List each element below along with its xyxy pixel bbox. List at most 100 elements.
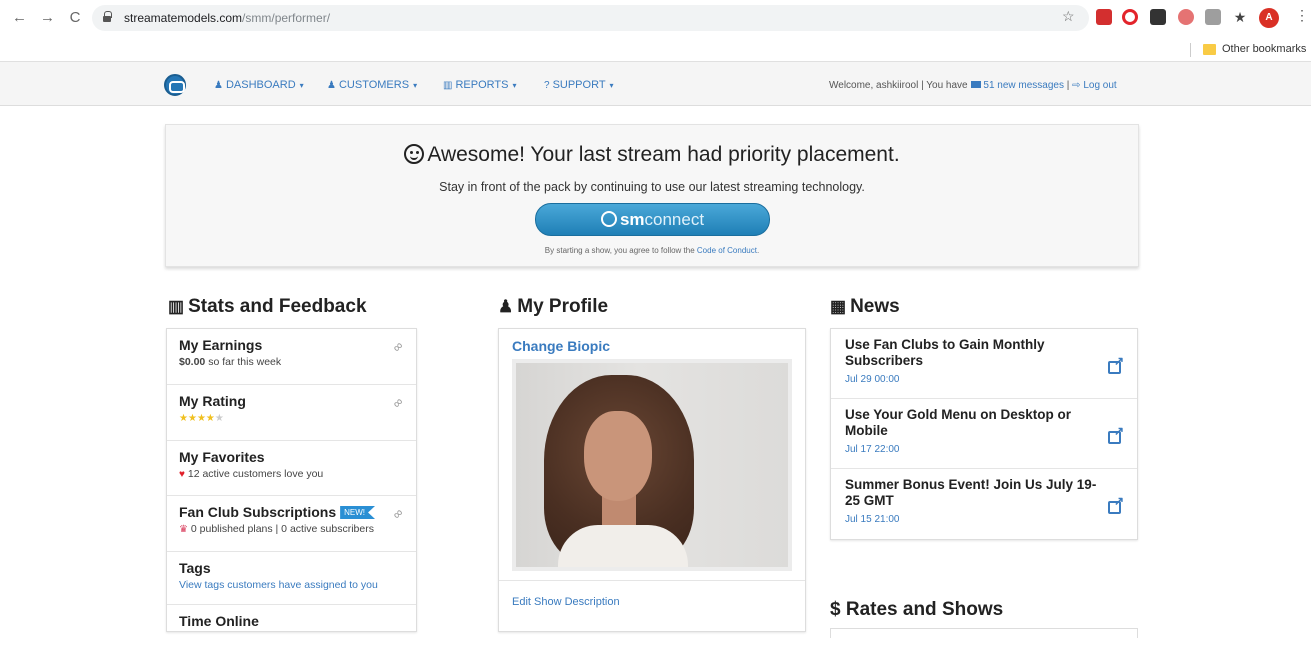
rating-row[interactable]: My Rating ★★★★★ ∞ <box>167 385 416 441</box>
nav-support[interactable]: ? SUPPORT ▾ <box>544 79 614 91</box>
news-item[interactable]: Use Your Gold Menu on Desktop or Mobile … <box>831 399 1137 469</box>
calendar-icon: ▦ <box>830 297 847 316</box>
extensions-puzzle-icon[interactable]: ★ <box>1232 9 1248 25</box>
rates-panel <box>830 628 1138 638</box>
browser-toolbar: ← → C streamatemodels.com/smm/performer/… <box>0 0 1311 38</box>
time-online-title: Time Online <box>179 613 259 629</box>
earnings-detail: $0.00 so far this week <box>179 356 282 368</box>
bar-chart-icon: ▥ <box>443 80 453 91</box>
star-filled-icon: ★ <box>187 413 197 424</box>
profile-divider <box>499 580 805 581</box>
profile-avatar[interactable]: A <box>1259 8 1279 28</box>
smile-icon <box>404 144 425 164</box>
bar-chart-icon: ▥ <box>168 297 185 316</box>
messages-link[interactable]: 51 new messages <box>983 80 1064 91</box>
favorites-row[interactable]: My Favorites ♥ 12 active customers love … <box>167 441 416 496</box>
caret-down-icon: ▾ <box>609 81 614 90</box>
change-biopic-link[interactable]: Change Biopic <box>512 338 610 354</box>
browser-nav: ← → C <box>12 9 82 26</box>
extension-icon[interactable] <box>1096 9 1112 25</box>
banner-headline: Awesome! Your last stream had priority p… <box>166 143 1138 167</box>
other-bookmarks[interactable]: Other bookmarks <box>1222 43 1306 55</box>
news-date: Jul 29 00:00 <box>845 374 900 385</box>
stats-heading: ▥ Stats and Feedback <box>168 296 367 317</box>
biopic-image <box>512 359 792 571</box>
question-icon: ? <box>544 80 550 91</box>
profile-panel: Change Biopic Edit Show Description <box>498 328 806 632</box>
code-of-conduct-link[interactable]: Code of Conduct <box>697 246 757 255</box>
tags-link[interactable]: View tags customers have assigned to you <box>179 579 378 591</box>
caret-down-icon: ▾ <box>512 81 517 90</box>
edit-show-description-link[interactable]: Edit Show Description <box>512 596 620 608</box>
address-bar[interactable]: streamatemodels.com/smm/performer/ <box>92 5 1089 31</box>
external-link-icon[interactable] <box>1108 494 1124 514</box>
news-panel: Use Fan Clubs to Gain Monthly Subscriber… <box>830 328 1138 540</box>
external-link-icon[interactable] <box>1108 354 1124 374</box>
url-text: streamatemodels.com/smm/performer/ <box>124 11 331 25</box>
fanclub-title: Fan Club Subscriptions NEW! <box>179 504 404 520</box>
logout-link[interactable]: ⇨ Log out <box>1072 80 1117 91</box>
news-heading: ▦ News <box>830 296 900 317</box>
news-date: Jul 15 21:00 <box>845 514 900 525</box>
logout-icon: ⇨ <box>1072 80 1081 91</box>
star-filled-icon: ★ <box>196 413 206 424</box>
news-date: Jul 17 22:00 <box>845 444 900 455</box>
fanclub-detail: ♛ 0 published plans | 0 active subscribe… <box>179 523 374 535</box>
priority-banner: Awesome! Your last stream had priority p… <box>165 124 1139 267</box>
rating-title: My Rating <box>179 393 246 409</box>
star-empty-icon: ★ <box>214 413 224 424</box>
envelope-icon <box>971 81 982 88</box>
forward-arrow-icon[interactable]: → <box>40 9 55 26</box>
rating-stars: ★★★★★ <box>179 412 404 424</box>
external-link-icon[interactable] <box>1108 424 1124 444</box>
menu-kebab-icon[interactable]: ⋮ <box>1295 7 1309 24</box>
smconnect-button[interactable]: smconnect <box>535 203 770 236</box>
bookmarks-separator <box>1190 43 1191 57</box>
crown-icon: ♛ <box>179 524 188 535</box>
news-title: Use Your Gold Menu on Desktop or Mobile <box>845 407 1072 438</box>
tags-detail: View tags customers have assigned to you <box>179 579 404 591</box>
welcome-text: Welcome, ashkiirool | You have 51 new me… <box>829 80 1117 91</box>
opera-extension-icon[interactable] <box>1122 9 1138 25</box>
folder-icon <box>1203 44 1216 55</box>
news-item[interactable]: Summer Bonus Event! Join Us July 19-25 G… <box>831 469 1137 541</box>
extension-icon[interactable] <box>1178 9 1194 25</box>
earnings-row[interactable]: My Earnings $0.00 so far this week ∞ <box>167 329 416 385</box>
user-icon: ♟ <box>214 80 223 91</box>
news-title: Use Fan Clubs to Gain Monthly Subscriber… <box>845 337 1045 368</box>
banner-subtext: Stay in front of the pack by continuing … <box>439 180 865 194</box>
user-icon: ♟ <box>498 297 514 316</box>
site-navbar: ♟ DASHBOARD ▾ ♟ CUSTOMERS ▾ ▥ REPORTS ▾ ? SUPPO… <box>0 62 1311 106</box>
dollar-icon: $ <box>830 599 841 620</box>
news-title: Summer Bonus Event! Join Us July 19-25 G… <box>845 477 1097 508</box>
caret-down-icon: ▾ <box>413 81 418 90</box>
nav-reports[interactable]: ▥ REPORTS ▾ <box>443 79 516 91</box>
new-badge: NEW! <box>340 506 376 519</box>
bookmark-star-icon[interactable]: ☆ <box>1062 8 1075 25</box>
stats-panel: My Earnings $0.00 so far this week ∞ My … <box>166 328 417 632</box>
streamate-logo[interactable] <box>164 74 186 96</box>
earnings-title: My Earnings <box>179 337 263 353</box>
profile-heading: ♟ My Profile <box>498 296 609 317</box>
favorites-title: My Favorites <box>179 449 265 465</box>
nav-customers[interactable]: ♟ CUSTOMERS ▾ <box>327 79 417 91</box>
star-filled-icon: ★ <box>205 413 215 424</box>
terms-text: By starting a show, you agree to follow … <box>544 246 760 255</box>
tags-title: Tags <box>179 560 211 576</box>
fanclub-row[interactable]: Fan Club Subscriptions NEW! ♛ 0 published… <box>167 496 416 552</box>
favorites-detail: ♥ 12 active customers love you <box>179 468 324 480</box>
news-item[interactable]: Use Fan Clubs to Gain Monthly Subscriber… <box>831 329 1137 399</box>
lock-icon <box>103 11 112 22</box>
extension-icon[interactable] <box>1205 9 1221 25</box>
caret-down-icon: ▾ <box>299 81 304 90</box>
reload-icon[interactable]: C <box>68 9 82 26</box>
time-online-row[interactable]: Time Online <box>167 605 416 645</box>
webcam-icon <box>600 211 617 227</box>
star-filled-icon: ★ <box>179 413 188 424</box>
back-arrow-icon[interactable]: ← <box>12 9 27 26</box>
nav-dashboard[interactable]: ♟ DASHBOARD ▾ <box>214 79 304 91</box>
heart-icon: ♥ <box>179 469 185 480</box>
tags-row[interactable]: Tags View tags customers have assigned t… <box>167 552 416 605</box>
users-icon: ♟ <box>327 80 336 91</box>
extension-icon[interactable] <box>1150 9 1166 25</box>
